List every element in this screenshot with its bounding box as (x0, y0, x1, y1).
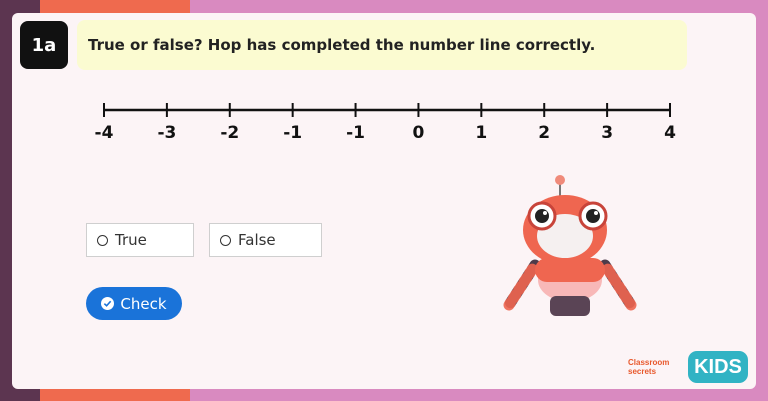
number-line-label: -4 (95, 123, 114, 143)
checkmark-icon (101, 297, 115, 310)
number-line-label: -1 (283, 123, 302, 143)
number-line-label: 2 (538, 123, 550, 143)
number-line-label: -2 (220, 123, 239, 143)
question-text: True or false? Hop has completed the num… (77, 20, 687, 70)
number-line-label: 0 (413, 123, 425, 143)
radio-icon[interactable] (97, 234, 108, 246)
hop-robot-illustration (503, 175, 637, 316)
number-line-label: -3 (157, 123, 176, 143)
kids-badge: KIDS (688, 351, 748, 383)
number-line-label: 4 (664, 123, 676, 143)
number-line-label: -1 (346, 123, 365, 143)
classroom-secrets-kids-logo: Classroom secrets KIDS (628, 350, 750, 386)
false-option[interactable]: False (209, 223, 322, 257)
question-number-badge: 1a (20, 21, 68, 69)
logo-text: Classroom secrets (628, 358, 670, 376)
check-button[interactable]: Check (86, 287, 182, 320)
true-option[interactable]: True (86, 223, 194, 257)
number-line: -4 -3 -2 -1 -1 0 1 2 3 4 (95, 103, 676, 143)
true-option-label: True (115, 231, 147, 249)
check-button-label: Check (120, 294, 167, 313)
false-option-label: False (238, 231, 276, 249)
number-line-label: 1 (475, 123, 487, 143)
radio-icon[interactable] (220, 234, 231, 246)
number-line-label: 3 (601, 123, 613, 143)
